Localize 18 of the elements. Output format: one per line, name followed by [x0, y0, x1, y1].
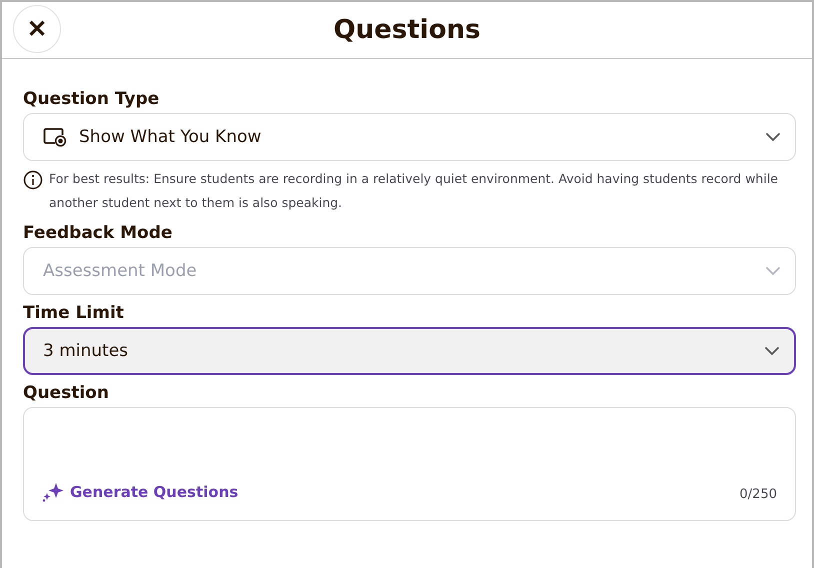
- dropdown[interactable]: Show What You Know: [23, 113, 796, 161]
- character-count: 0/250: [740, 487, 777, 502]
- field-label: Time Limit: [23, 303, 124, 323]
- chevron-icon: [765, 266, 781, 276]
- field-label: Question: [23, 383, 109, 403]
- close-button[interactable]: ✕: [13, 5, 61, 53]
- page-title: Questions: [334, 15, 480, 45]
- info-icon: [23, 170, 43, 190]
- generate-questions-button[interactable]: Generate Questions: [42, 482, 238, 502]
- dropdown[interactable]: 3 minutes: [23, 327, 796, 375]
- field-label: Feedback Mode: [23, 223, 172, 243]
- question-field[interactable]: Generate Questions 0/250: [23, 407, 796, 521]
- field-label: Question Type: [23, 89, 160, 109]
- sparkle-icon: [42, 482, 64, 502]
- chevron-icon: [764, 346, 780, 356]
- hint-text: For best results: Ensure students are recording in a relatively quiet environment. Avoid having students record while another student next to them is also speaking.: [49, 170, 779, 212]
- chevron-icon: [765, 132, 781, 142]
- screen-record-icon: [43, 127, 67, 147]
